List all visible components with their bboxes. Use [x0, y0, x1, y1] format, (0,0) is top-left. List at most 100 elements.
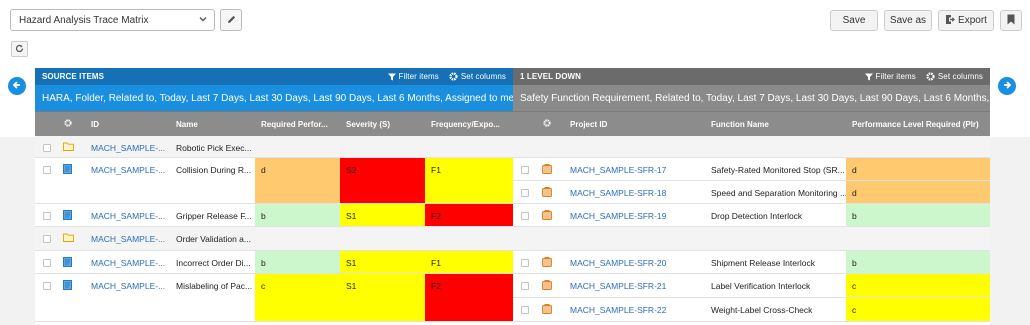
row-checkbox[interactable] [43, 144, 51, 152]
row-checkbox[interactable] [43, 212, 51, 220]
arrow-right-icon [1002, 80, 1012, 92]
target-row-plr: d [846, 158, 990, 180]
gear-icon [449, 72, 458, 81]
source-row-name: Mislabeling of Pac... [176, 281, 253, 291]
target-row-id[interactable]: MACH_SAMPLE-SFR-18 [564, 181, 705, 203]
target-row-id[interactable]: MACH_SAMPLE-SFR-17 [564, 158, 705, 180]
target-row[interactable]: MACH_SAMPLE-SFR-21 Label Verification In… [513, 274, 990, 298]
export-button[interactable]: Export [938, 10, 994, 31]
row-checkbox[interactable] [521, 282, 529, 290]
source-col-id[interactable]: ID [85, 120, 170, 129]
target-filter-items-label: Filter items [875, 72, 916, 81]
bookmark-icon [1007, 14, 1015, 28]
requirement-icon [542, 210, 552, 222]
source-row[interactable]: MACH_SAMPLE-... Order Validation a... [35, 227, 513, 251]
target-set-columns-button[interactable]: Set columns [926, 72, 983, 81]
row-checkbox[interactable] [43, 282, 51, 290]
requirement-icon [542, 164, 552, 176]
folder-icon [63, 142, 74, 153]
export-icon [945, 14, 955, 28]
target-col-function-name[interactable]: Function Name [705, 120, 846, 129]
target-row-id[interactable]: MACH_SAMPLE-SFR-20 [564, 251, 705, 273]
target-row[interactable]: MACH_SAMPLE-SFR-18 Speed and Separation … [513, 181, 990, 204]
requirement-icon [542, 304, 552, 316]
source-row-id[interactable]: MACH_SAMPLE-... [85, 136, 170, 157]
source-row[interactable]: MACH_SAMPLE-... Gripper Release F... b S… [35, 204, 513, 227]
target-row[interactable]: MACH_SAMPLE-SFR-17 Safety-Rated Monitore… [513, 158, 990, 181]
row-checkbox[interactable] [43, 235, 51, 243]
target-row-plr: c [846, 274, 990, 297]
target-empty-row [513, 227, 990, 251]
source-filter-items-button[interactable]: Filter items [387, 72, 439, 81]
target-row[interactable]: MACH_SAMPLE-SFR-19 Drop Detection Interl… [513, 204, 990, 227]
gear-icon [64, 119, 72, 127]
target-row-id[interactable]: MACH_SAMPLE-SFR-21 [564, 274, 705, 297]
gear-icon [926, 72, 935, 81]
export-button-label: Export [958, 15, 987, 26]
target-panel-title: 1 LEVEL DOWN [520, 72, 582, 81]
source-row-id[interactable]: MACH_SAMPLE-... [85, 274, 170, 321]
source-row-required-performance: d [255, 158, 340, 203]
toolbar: Hazard Analysis Trace Matrix Save Save a… [0, 0, 1030, 40]
source-column-header-row: ID Name Required Perfor... Severity (S) … [35, 111, 513, 136]
document-icon [63, 164, 72, 176]
source-row-name: Order Validation a... [176, 234, 251, 244]
target-row-id[interactable]: MACH_SAMPLE-SFR-19 [564, 204, 705, 226]
save-button[interactable]: Save [830, 10, 878, 31]
view-select[interactable]: Hazard Analysis Trace Matrix [10, 9, 215, 31]
target-panel-header: 1 LEVEL DOWN Filter items Set columns [513, 68, 990, 85]
target-empty-row [513, 136, 990, 158]
save-as-button-label: Save as [889, 15, 927, 26]
target-row[interactable]: MACH_SAMPLE-SFR-20 Shipment Release Inte… [513, 251, 990, 274]
row-checkbox[interactable] [521, 166, 529, 174]
source-row-severity: S1 [340, 251, 425, 273]
source-filter-bar[interactable]: HARA, Folder, Related to, Today, Last 7 … [35, 85, 513, 111]
row-checkbox[interactable] [521, 212, 529, 220]
level-down-panel: 1 LEVEL DOWN Filter items Set columns Sa… [513, 68, 990, 325]
save-button-label: Save [842, 15, 866, 26]
source-row[interactable]: MACH_SAMPLE-... Collision During R... d … [35, 158, 513, 204]
save-as-button[interactable]: Save as [884, 10, 932, 31]
target-row-name: Speed and Separation Monitoring ... [711, 188, 846, 198]
target-filter-bar[interactable]: Safety Function Requirement, Related to,… [513, 85, 990, 111]
target-settings-header[interactable] [537, 119, 564, 129]
left-gutter [0, 137, 35, 325]
source-row-id[interactable]: MACH_SAMPLE-... [85, 251, 170, 273]
target-row-name: Shipment Release Interlock [711, 258, 815, 268]
source-row[interactable]: MACH_SAMPLE-... Mislabeling of Pac... c … [35, 274, 513, 322]
source-row-id[interactable]: MACH_SAMPLE-... [85, 158, 170, 203]
source-row[interactable]: MACH_SAMPLE-... Robotic Pick Exec... [35, 136, 513, 158]
row-checkbox[interactable] [43, 166, 51, 174]
source-panel-title: SOURCE ITEMS [42, 72, 105, 81]
source-row-id[interactable]: MACH_SAMPLE-... [85, 204, 170, 226]
filter-icon [387, 73, 396, 80]
navigate-left-button[interactable] [8, 77, 26, 95]
bookmark-button[interactable] [1000, 10, 1022, 31]
requirement-icon [542, 280, 552, 292]
target-filter-items-button[interactable]: Filter items [864, 72, 916, 81]
source-settings-header[interactable] [58, 119, 85, 129]
source-set-columns-button[interactable]: Set columns [449, 72, 506, 81]
source-row-id[interactable]: MACH_SAMPLE-... [85, 227, 170, 250]
target-set-columns-label: Set columns [937, 72, 983, 81]
target-row[interactable]: MACH_SAMPLE-SFR-22 Weight-Label Cross-Ch… [513, 298, 990, 322]
refresh-button[interactable] [11, 41, 28, 57]
row-checkbox[interactable] [521, 306, 529, 314]
source-col-severity[interactable]: Severity (S) [340, 120, 425, 129]
row-checkbox[interactable] [43, 259, 51, 267]
edit-view-button[interactable] [220, 9, 242, 31]
source-row-required-performance: b [255, 204, 340, 226]
target-col-project-id[interactable]: Project ID [564, 120, 705, 129]
target-row-plr: b [846, 251, 990, 273]
source-col-frequency[interactable]: Frequency/Expo... [425, 120, 513, 129]
source-row-frequency: F2 [425, 274, 513, 321]
navigate-right-button[interactable] [998, 77, 1016, 95]
row-checkbox[interactable] [521, 189, 529, 197]
target-row-id[interactable]: MACH_SAMPLE-SFR-22 [564, 298, 705, 321]
source-row-name: Incorrect Order Di... [176, 258, 251, 268]
source-col-required-performance[interactable]: Required Perfor... [255, 120, 340, 129]
source-col-name[interactable]: Name [170, 120, 255, 129]
target-col-performance-level[interactable]: Performance Level Required (Plr) [846, 120, 990, 129]
source-row[interactable]: MACH_SAMPLE-... Incorrect Order Di... b … [35, 251, 513, 274]
row-checkbox[interactable] [521, 259, 529, 267]
